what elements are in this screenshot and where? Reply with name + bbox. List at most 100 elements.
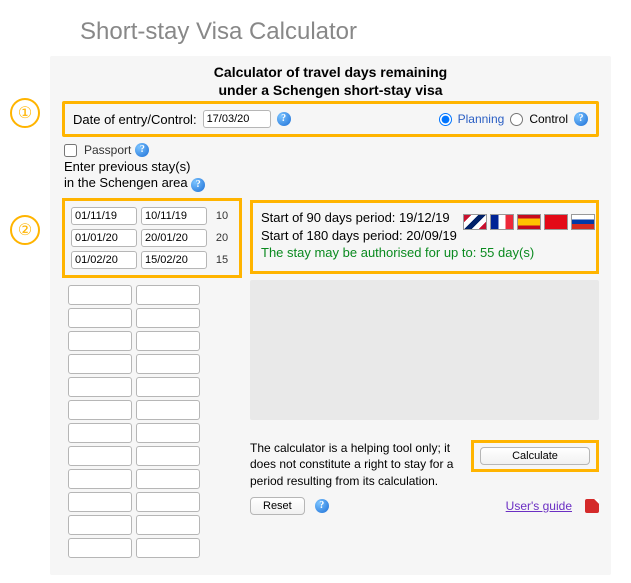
mode-planning-option[interactable]: Planning: [439, 112, 505, 126]
header-line-2: under a Schengen short-stay visa: [62, 82, 599, 100]
stay-row-empty: [68, 469, 242, 489]
stay-row-empty: [68, 423, 242, 443]
stays-table: 10 20 15: [68, 204, 236, 272]
help-icon[interactable]: ?: [277, 112, 291, 126]
stay-from-input[interactable]: [68, 538, 132, 558]
annotation-2: ②: [10, 215, 40, 245]
stay-to-input[interactable]: [141, 251, 207, 269]
stay-from-input[interactable]: [71, 251, 137, 269]
stay-from-input[interactable]: [68, 285, 132, 305]
entry-date-label: Date of entry/Control:: [73, 112, 197, 127]
stay-to-input[interactable]: [136, 308, 200, 328]
page-title: Short-stay Visa Calculator: [80, 18, 611, 46]
p90-date: 19/12/19: [399, 210, 450, 225]
stay-row: 20: [70, 228, 234, 248]
annotation-1: ①: [10, 98, 40, 128]
p180-date: 20/09/19: [406, 228, 457, 243]
stay-to-input[interactable]: [141, 207, 207, 225]
stay-row-empty: [68, 354, 242, 374]
filled-stays-box: 10 20 15: [62, 198, 242, 278]
calculate-wrap: Calculate: [471, 440, 599, 472]
stay-from-input[interactable]: [68, 331, 132, 351]
stay-row-empty: [68, 515, 242, 535]
calculate-button[interactable]: Calculate: [480, 447, 590, 465]
stay-to-input[interactable]: [136, 469, 200, 489]
stay-row-empty: [68, 285, 242, 305]
stay-from-input[interactable]: [68, 308, 132, 328]
p90-label: Start of 90 days period:: [261, 210, 399, 225]
pdf-icon[interactable]: [585, 499, 599, 513]
app-header: Calculator of travel days remaining unde…: [62, 64, 599, 99]
stay-to-input[interactable]: [136, 400, 200, 420]
stay-to-input[interactable]: [136, 446, 200, 466]
stay-from-input[interactable]: [68, 377, 132, 397]
chart-placeholder: [250, 280, 599, 420]
stay-from-input[interactable]: [71, 229, 137, 247]
stay-to-input[interactable]: [136, 377, 200, 397]
footer-row: Reset ? User's guide: [250, 497, 599, 515]
stay-to-input[interactable]: [141, 229, 207, 247]
help-icon[interactable]: ?: [135, 143, 149, 157]
stay-to-input[interactable]: [136, 354, 200, 374]
help-icon[interactable]: ?: [191, 178, 205, 192]
stay-days: 10: [210, 206, 234, 226]
p180-label: Start of 180 days period:: [261, 228, 406, 243]
entry-control-row: Date of entry/Control: ? Planning Contro…: [62, 101, 599, 137]
language-flags: [463, 214, 595, 230]
stay-from-input[interactable]: [68, 469, 132, 489]
stay-from-input[interactable]: [68, 354, 132, 374]
disclaimer-text: The calculator is a helping tool only; i…: [250, 440, 461, 489]
mode-control-radio[interactable]: [510, 113, 523, 126]
stay-from-input[interactable]: [68, 446, 132, 466]
stays-column: 10 20 15: [62, 198, 242, 561]
mode-planning-label: Planning: [458, 112, 505, 126]
flag-es-icon[interactable]: [517, 214, 541, 230]
stay-from-input[interactable]: [71, 207, 137, 225]
stay-from-input[interactable]: [68, 400, 132, 420]
flag-uk-icon[interactable]: [463, 214, 487, 230]
results-column: Start of 90 days period: 19/12/19 Start …: [250, 200, 599, 515]
flag-fr-icon[interactable]: [490, 214, 514, 230]
stay-days: 20: [210, 228, 234, 248]
passport-label: Passport: [84, 143, 131, 157]
previous-stays-label: Enter previous stay(s) in the Schengen a…: [64, 159, 599, 192]
reset-button[interactable]: Reset: [250, 497, 305, 515]
stay-row-empty: [68, 446, 242, 466]
prev-label-2: in the Schengen area: [64, 175, 188, 190]
stay-to-input[interactable]: [136, 331, 200, 351]
passport-checkbox[interactable]: [64, 144, 77, 157]
mode-control-option[interactable]: Control: [510, 112, 568, 126]
stay-row-empty: [68, 538, 242, 558]
stay-row-empty: [68, 400, 242, 420]
stay-from-input[interactable]: [68, 492, 132, 512]
stay-row-empty: [68, 377, 242, 397]
stay-row: 15: [70, 250, 234, 270]
stay-row-empty: [68, 492, 242, 512]
stay-to-input[interactable]: [136, 423, 200, 443]
mode-radio-group: Planning Control ?: [439, 112, 588, 126]
users-guide-link[interactable]: User's guide: [506, 499, 572, 513]
stay-days: 15: [210, 250, 234, 270]
stay-to-input[interactable]: [136, 492, 200, 512]
auth-days: 55 day(s): [480, 245, 534, 260]
stay-from-input[interactable]: [68, 423, 132, 443]
flag-ru-icon[interactable]: [571, 214, 595, 230]
result-box: Start of 90 days period: 19/12/19 Start …: [250, 200, 599, 274]
auth-prefix: The stay may be authorised for up to:: [261, 245, 480, 260]
passport-row: Passport ?: [64, 143, 599, 157]
header-line-1: Calculator of travel days remaining: [62, 64, 599, 82]
stay-row-empty: [68, 331, 242, 351]
help-icon[interactable]: ?: [574, 112, 588, 126]
stay-from-input[interactable]: [68, 515, 132, 535]
entry-date-input[interactable]: [203, 110, 271, 128]
mode-planning-radio[interactable]: [439, 113, 452, 126]
mode-control-label: Control: [529, 112, 568, 126]
empty-stays-list: [62, 285, 242, 558]
stay-row-empty: [68, 308, 242, 328]
help-icon[interactable]: ?: [315, 499, 329, 513]
stay-to-input[interactable]: [136, 285, 200, 305]
prev-label-1: Enter previous stay(s): [64, 159, 190, 174]
stay-to-input[interactable]: [136, 515, 200, 535]
stay-to-input[interactable]: [136, 538, 200, 558]
flag-tr-icon[interactable]: [544, 214, 568, 230]
